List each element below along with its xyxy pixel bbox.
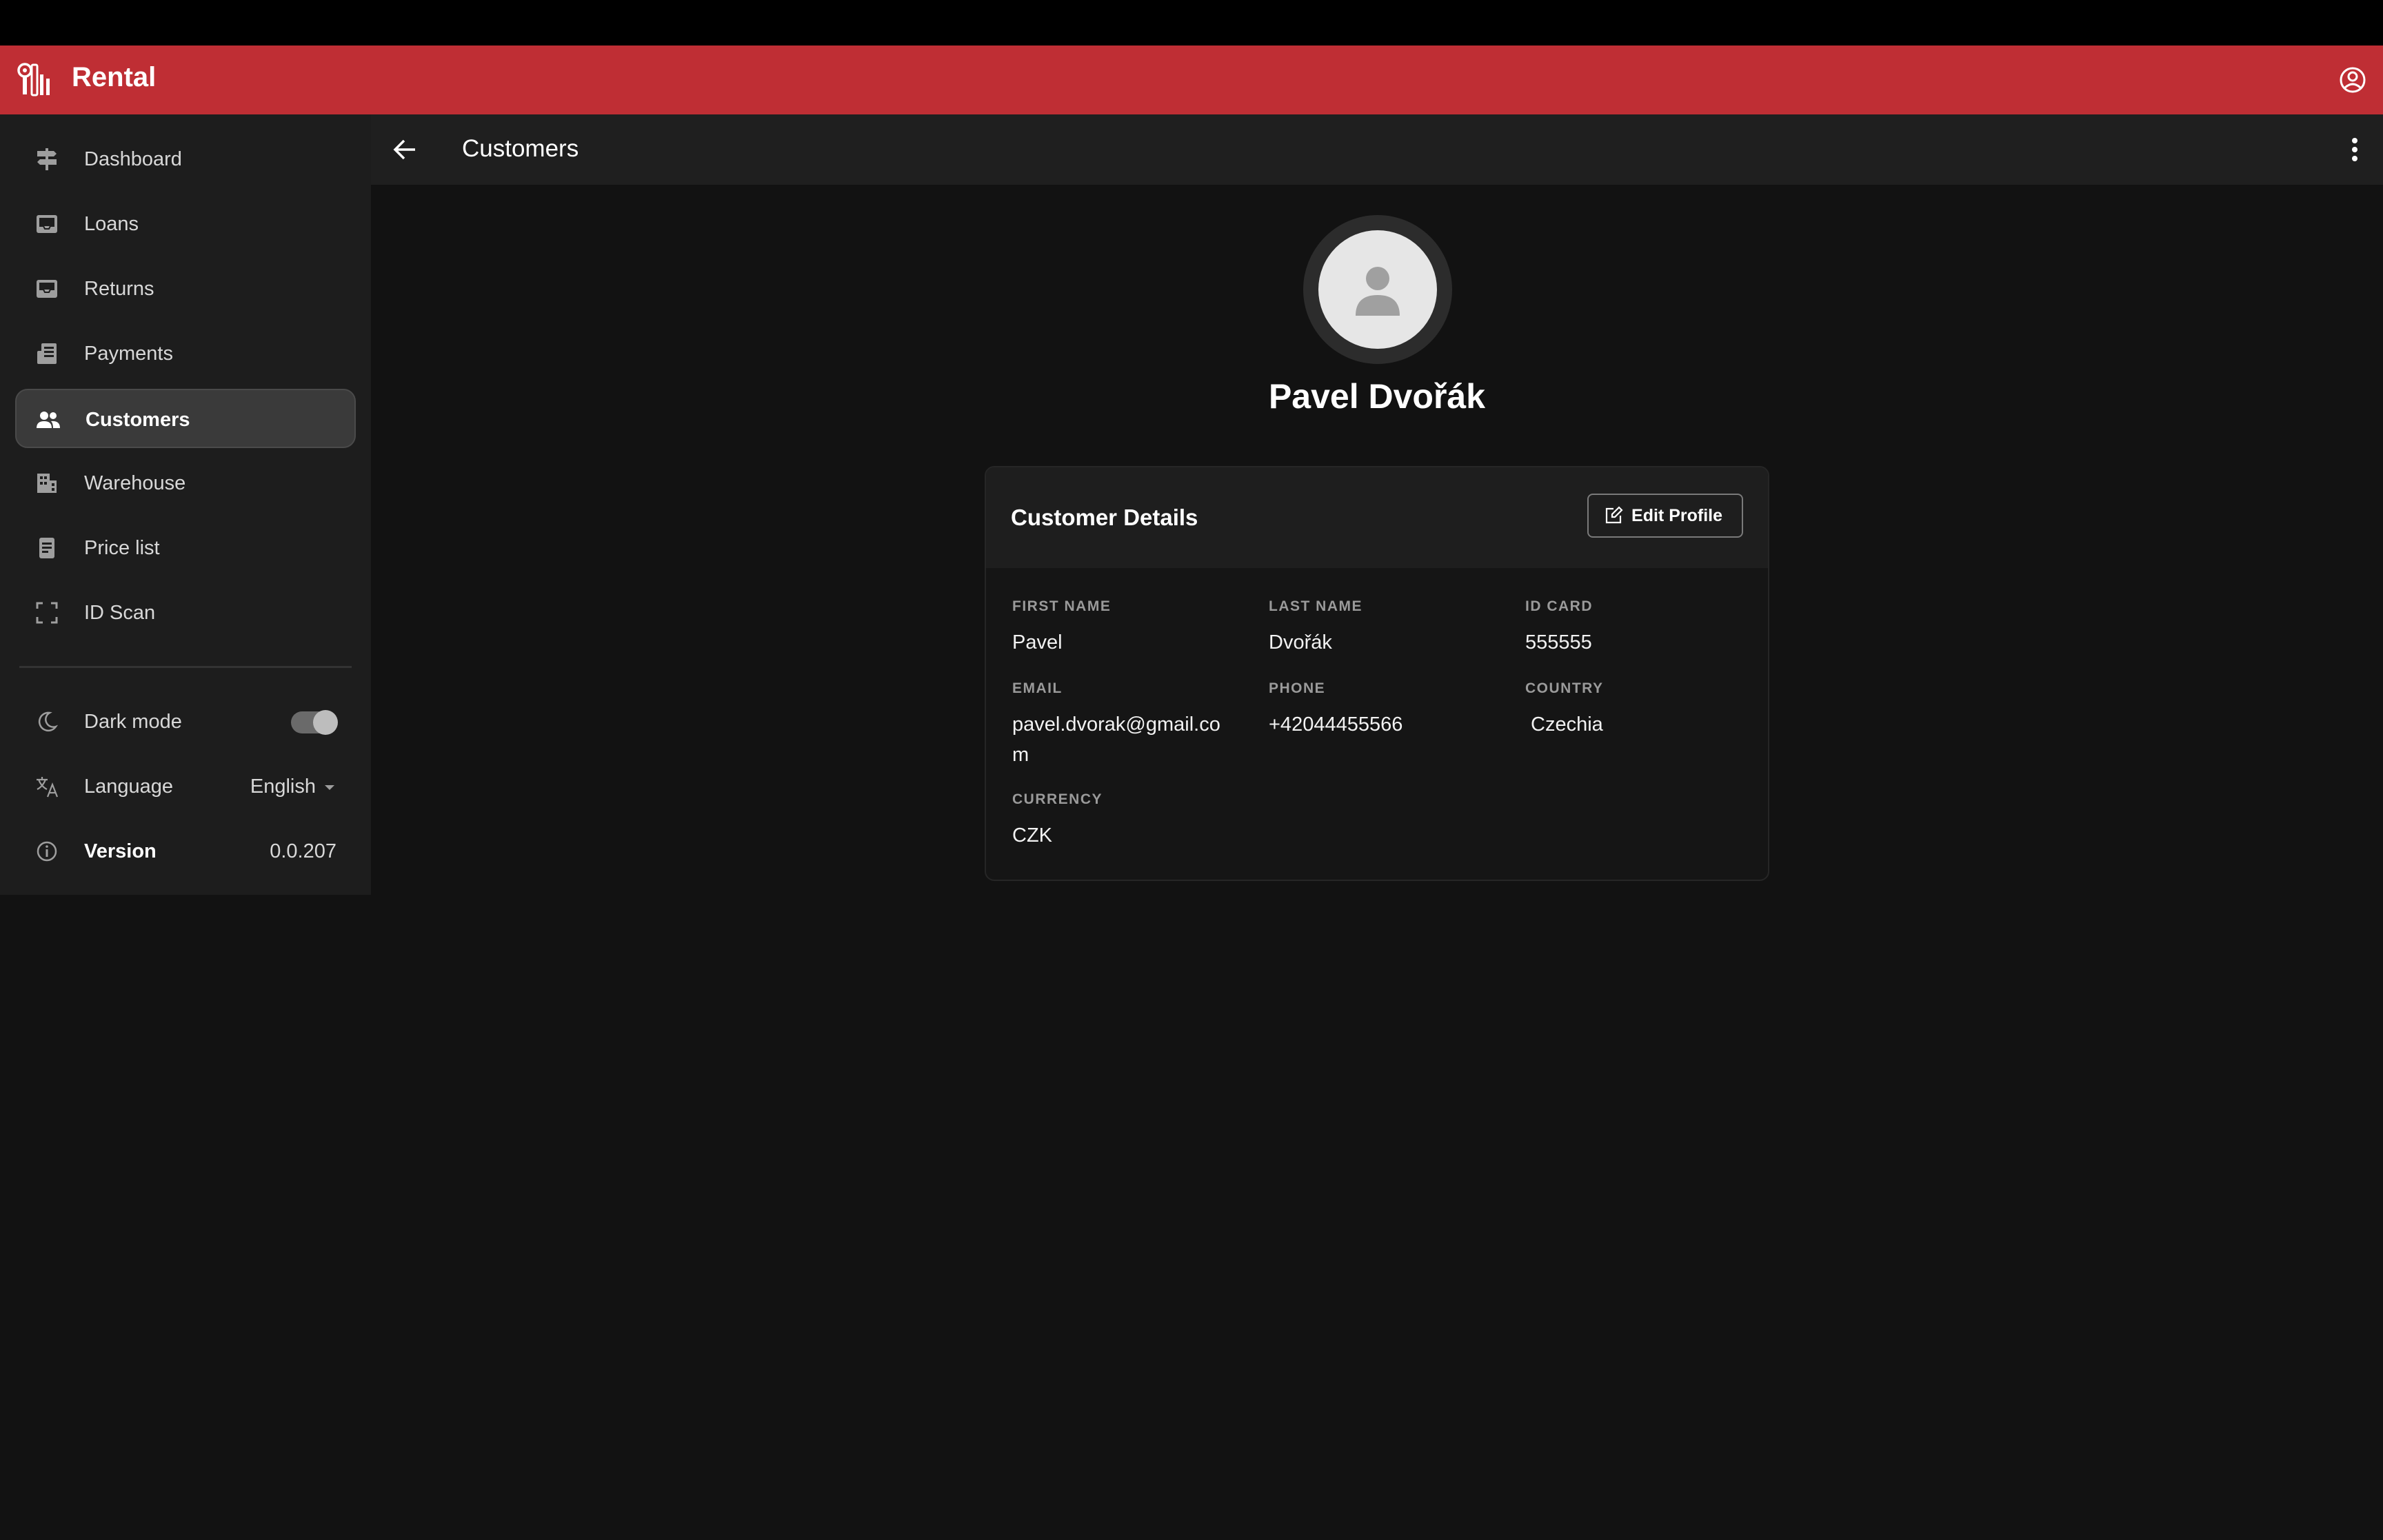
top-strip: [0, 0, 2383, 45]
country-label: COUNTRY: [1525, 680, 1604, 696]
card-header: Customer Details Edit Profile: [986, 467, 1768, 568]
main-content: Pavel Dvořák Customer Details Edit Profi…: [371, 185, 2383, 1540]
version-label: Version: [84, 840, 157, 862]
customer-details-card: Customer Details Edit Profile FIRST NAME…: [985, 466, 1769, 881]
email-field: EMAIL pavel.dvorak@gmail.com: [1012, 680, 1226, 770]
account-icon[interactable]: [2339, 66, 2366, 94]
tray-in-icon: [37, 280, 57, 298]
version-row: Version 0.0.207: [15, 822, 356, 881]
id-card-value: 555555: [1525, 631, 1592, 654]
sidebar-item-label: Warehouse: [84, 472, 186, 494]
page-toolbar: Customers: [371, 114, 2383, 185]
sidebar-item-warehouse[interactable]: Warehouse: [15, 454, 356, 513]
country-field: COUNTRY Czechia: [1525, 680, 1746, 740]
sidebar-item-dashboard[interactable]: Dashboard: [15, 130, 356, 189]
phone-label: PHONE: [1269, 680, 1326, 696]
sidebar-item-label: Returns: [84, 278, 154, 300]
id-card-field: ID CARD 555555: [1525, 598, 1746, 658]
last-name-value: Dvořák: [1269, 631, 1332, 654]
signpost-icon: [37, 148, 57, 170]
sidebar-item-label: Payments: [84, 343, 173, 365]
email-value: pavel.dvorak@gmail.com: [1012, 713, 1220, 766]
tools-logo-icon: [17, 63, 50, 97]
sidebar-item-customers[interactable]: Customers: [15, 389, 356, 448]
sidebar-item-payments[interactable]: Payments: [15, 324, 356, 383]
back-arrow-icon[interactable]: [390, 135, 419, 164]
dark-mode-row: Dark mode: [15, 692, 356, 751]
dark-mode-toggle[interactable]: [291, 710, 338, 735]
version-value: 0.0.207: [270, 840, 336, 862]
edit-icon: [1605, 506, 1623, 524]
language-row: Language English: [15, 757, 356, 816]
currency-value: CZK: [1012, 824, 1052, 847]
id-card-label: ID CARD: [1525, 598, 1593, 614]
toggle-knob: [313, 710, 338, 735]
info-icon: [37, 841, 57, 862]
customer-name: Pavel Dvořák: [1268, 377, 1486, 416]
card-title: Customer Details: [1011, 505, 1198, 530]
sidebar: Dashboard Loans Returns Payments Custome…: [0, 114, 371, 895]
language-select[interactable]: English: [250, 776, 336, 798]
person-icon: [1356, 267, 1400, 316]
email-label: EMAIL: [1012, 680, 1063, 696]
sidebar-item-label: Dashboard: [84, 148, 182, 170]
building-icon: [37, 474, 57, 493]
moon-icon: [38, 711, 59, 732]
sidebar-divider: [19, 666, 352, 668]
sidebar-item-id-scan[interactable]: ID Scan: [15, 583, 356, 642]
first-name-label: FIRST NAME: [1012, 598, 1112, 614]
last-name-field: LAST NAME Dvořák: [1269, 598, 1489, 658]
translate-icon: [37, 777, 59, 798]
avatar-circle: [1318, 230, 1437, 349]
avatar: [1303, 215, 1452, 364]
app-title: Rental: [72, 62, 157, 92]
dark-mode-label: Dark mode: [84, 711, 182, 733]
scan-frame-icon: [36, 602, 58, 624]
first-name-field: FIRST NAME Pavel: [1012, 598, 1233, 658]
sidebar-item-label: ID Scan: [84, 602, 156, 624]
phone-field: PHONE +42044455566: [1269, 680, 1489, 740]
currency-field: CURRENCY CZK: [1012, 791, 1233, 851]
tray-out-icon: [37, 215, 57, 233]
sidebar-item-label: Loans: [84, 213, 139, 235]
more-vert-icon[interactable]: [2339, 134, 2371, 165]
edit-profile-label: Edit Profile: [1631, 505, 1722, 525]
edit-profile-button[interactable]: Edit Profile: [1587, 494, 1743, 538]
language-value: English: [250, 776, 316, 798]
app-bar: Rental: [0, 45, 2383, 114]
document-icon: [39, 538, 54, 558]
receipt-icon: [37, 343, 57, 364]
sidebar-item-loans[interactable]: Loans: [15, 194, 356, 254]
people-icon: [37, 412, 60, 428]
first-name-value: Pavel: [1012, 631, 1063, 654]
phone-value: +42044455566: [1269, 713, 1403, 736]
sidebar-item-label: Price list: [84, 537, 160, 559]
language-label: Language: [84, 776, 174, 798]
sidebar-item-returns[interactable]: Returns: [15, 259, 356, 318]
sidebar-item-price-list[interactable]: Price list: [15, 518, 356, 578]
caret-down-icon: [325, 784, 334, 790]
sidebar-item-label: Customers: [86, 409, 190, 431]
last-name-label: LAST NAME: [1269, 598, 1363, 614]
page-title: Customers: [462, 135, 579, 162]
currency-label: CURRENCY: [1012, 791, 1103, 807]
country-value: Czechia: [1531, 713, 1603, 736]
